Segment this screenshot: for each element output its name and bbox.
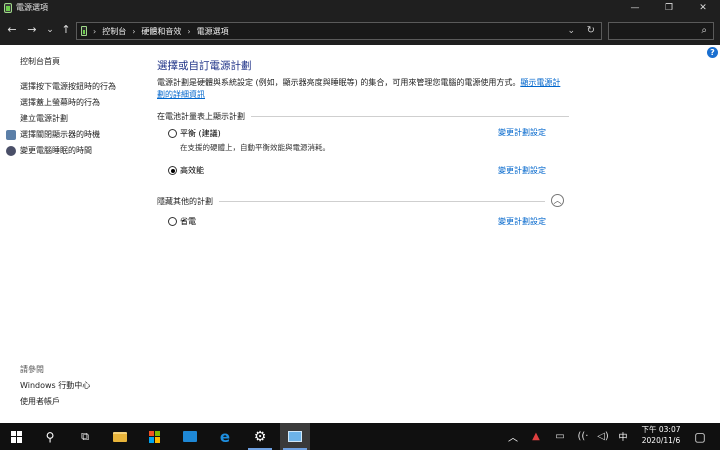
section-heading-label: 隱藏其他的計劃 (157, 197, 213, 206)
help-icon[interactable]: ? (707, 47, 718, 58)
section-divider (219, 201, 545, 202)
address-dropdown-icon[interactable]: ⌄ (567, 26, 575, 36)
taskbar: ⚲ ⧉ e ⚙ ︿ ▲ ▭ ((· ◁) 中 ▢ (0, 423, 720, 450)
back-arrow-icon[interactable]: ← (5, 24, 19, 36)
close-button[interactable]: ✕ (686, 0, 720, 15)
see-also-user-accounts-link[interactable]: 使用者帳戶 (20, 396, 60, 407)
section-heading-label: 在電池計量表上顯示計劃 (157, 112, 245, 121)
minimize-button[interactable]: — (618, 0, 652, 15)
see-also-heading: 請參閱 (20, 365, 44, 374)
start-button[interactable] (2, 423, 32, 450)
window-title: 電源選項 (16, 3, 48, 12)
microsoft-store-icon[interactable] (140, 423, 170, 450)
tray-app-icon[interactable]: ▲ (528, 423, 544, 450)
change-plan-settings-power-saver-link[interactable]: 變更計劃設定 (498, 216, 546, 227)
breadcrumb-separator-icon[interactable]: › (93, 27, 96, 36)
hidden-plans-heading: 隱藏其他的計劃 (157, 196, 545, 207)
clock-date: 2020/11/6 (641, 436, 681, 445)
volume-icon[interactable]: ◁) (595, 423, 611, 450)
breadcrumb-power-options[interactable]: 電源選項 (197, 26, 229, 37)
power-options-location-icon (81, 26, 87, 36)
navigation-bar: ← → ⌄ ↑ › 控制台 › 硬體和音效 › 電源選項 ⌄ ↻ ⌕ (0, 15, 720, 45)
sidebar-item-sleep[interactable]: 變更電腦睡眠的時間 (6, 145, 92, 156)
sidebar-item-label: 選擇關閉顯示器的時機 (20, 130, 100, 139)
control-panel-home-link[interactable]: 控制台首頁 (20, 56, 60, 67)
maximize-button[interactable]: ❐ (652, 0, 686, 15)
refresh-icon[interactable]: ↻ (587, 25, 595, 36)
breadcrumb-separator-icon[interactable]: › (132, 27, 135, 36)
notifications-icon[interactable]: ▢ (688, 423, 712, 450)
description-text: 電源計劃是硬體與系統設定 (例如，顯示器亮度與睡眠等) 的集合，可用來管理您電腦… (157, 78, 521, 87)
taskbar-search-icon[interactable]: ⚲ (35, 423, 65, 450)
ime-language-indicator[interactable]: 中 (615, 423, 631, 450)
sidebar-item-create-plan[interactable]: 建立電源計劃 (20, 113, 68, 124)
left-navigation-pane: 控制台首頁 選擇按下電源按鈕時的行為 選擇蓋上螢幕時的行為 建立電源計劃 選擇關… (0, 45, 150, 423)
forward-arrow-icon[interactable]: → (25, 24, 39, 36)
plan-name-high-performance[interactable]: 高效能 (180, 165, 204, 176)
power-options-battery-icon (4, 2, 12, 13)
page-title: 選擇或自訂電源計劃 (157, 60, 252, 72)
internet-explorer-icon[interactable]: e (210, 423, 240, 450)
monitor-icon (6, 129, 16, 140)
control-panel-taskbar-icon[interactable] (280, 423, 310, 450)
sidebar-item-power-button[interactable]: 選擇按下電源按鈕時的行為 (20, 81, 116, 92)
sidebar-item-display-off[interactable]: 選擇關閉顯示器的時機 (6, 129, 100, 140)
network-icon[interactable]: ▭ (552, 423, 568, 450)
sidebar-item-label: 變更電腦睡眠的時間 (20, 146, 92, 155)
change-plan-settings-high-performance-link[interactable]: 變更計劃設定 (498, 165, 546, 176)
search-icon[interactable]: ⌕ (701, 25, 707, 36)
page-description: 電源計劃是硬體與系統設定 (例如，顯示器亮度與睡眠等) 的集合，可用來管理您電腦… (157, 77, 567, 101)
up-arrow-icon[interactable]: ↑ (59, 24, 73, 36)
plan-radio-high-performance[interactable] (168, 166, 177, 175)
plan-name-balanced[interactable]: 平衡 (建議) (180, 128, 221, 139)
breadcrumb-hardware-sound[interactable]: 硬體和音效 (141, 26, 181, 37)
section-divider (251, 116, 569, 117)
plan-radio-balanced[interactable] (168, 129, 177, 138)
title-bar: 電源選項 — ❐ ✕ (0, 0, 720, 15)
address-bar[interactable]: › 控制台 › 硬體和音效 › 電源選項 ⌄ ↻ (76, 22, 602, 40)
settings-gear-icon[interactable]: ⚙ (245, 423, 275, 450)
breadcrumb-control-panel[interactable]: 控制台 (102, 26, 126, 37)
clock-time: 下午 03:07 (641, 425, 681, 434)
search-input[interactable]: ⌕ (608, 22, 714, 40)
wifi-icon[interactable]: ((· (575, 423, 591, 450)
task-view-icon[interactable]: ⧉ (70, 423, 100, 450)
system-clock[interactable]: 下午 03:07 2020/11/6 (634, 424, 688, 446)
plan-name-power-saver[interactable]: 省電 (180, 216, 196, 227)
breadcrumb-separator-icon[interactable]: › (187, 27, 190, 36)
plan-desc-balanced: 在支援的硬體上，自動平衡效能與電源消耗。 (180, 143, 330, 152)
windows-logo-icon (11, 430, 23, 443)
plan-radio-power-saver[interactable] (168, 217, 177, 226)
battery-meter-plans-heading: 在電池計量表上顯示計劃 (157, 111, 569, 122)
tray-overflow-chevron-icon[interactable]: ︿ (506, 423, 520, 450)
sleep-moon-icon (6, 145, 16, 156)
change-plan-settings-balanced-link[interactable]: 變更計劃設定 (498, 127, 546, 138)
sidebar-item-lid-close[interactable]: 選擇蓋上螢幕時的行為 (20, 97, 100, 108)
file-explorer-icon[interactable] (105, 423, 135, 450)
collapse-chevron-icon[interactable]: ︿ (551, 194, 564, 207)
recent-locations-chevron-icon[interactable]: ⌄ (43, 24, 57, 36)
remote-desktop-icon[interactable] (175, 423, 205, 450)
see-also-action-center-link[interactable]: Windows 行動中心 (20, 380, 90, 391)
